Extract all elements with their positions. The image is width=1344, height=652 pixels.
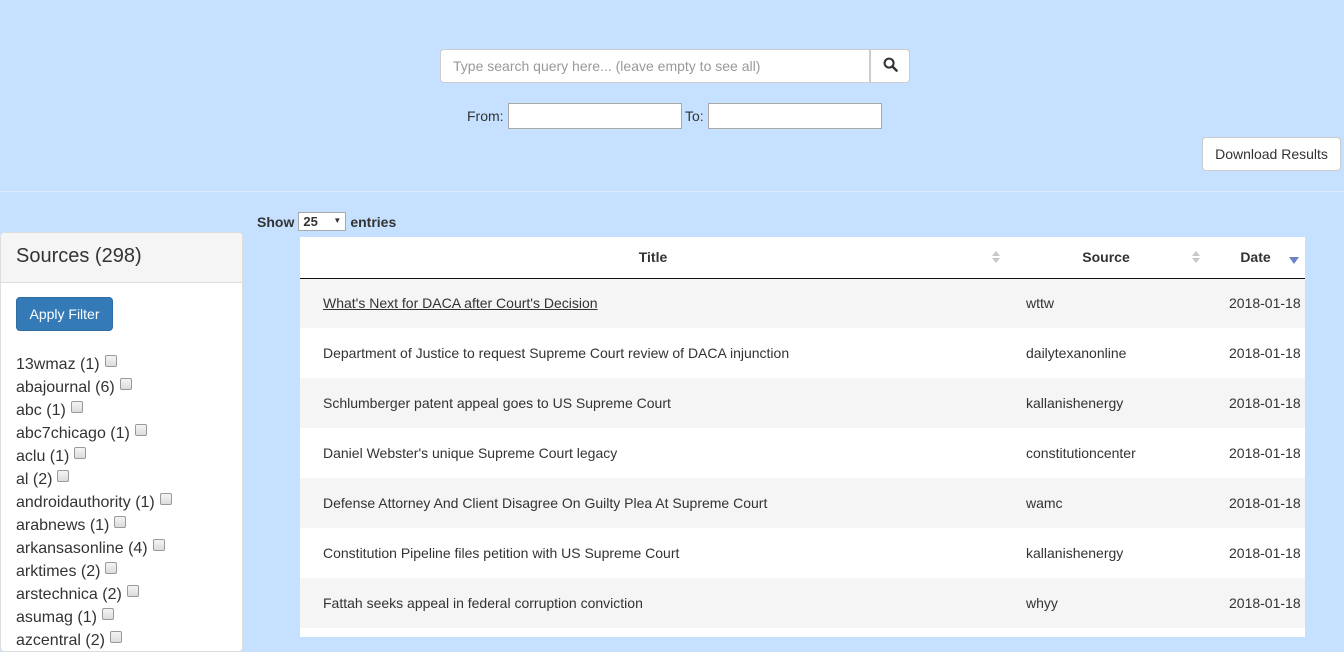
source-filter-item: abc7chicago (1): [16, 422, 172, 445]
source-filter-checkbox[interactable]: [74, 446, 87, 459]
cell-source: whyy: [1006, 578, 1206, 628]
search-button[interactable]: [870, 49, 910, 83]
source-filter-item: abajournal (6): [16, 376, 172, 399]
source-filter-label: arstechnica (2): [16, 585, 122, 603]
table-row[interactable]: Fattah seeks appeal in federal corruptio…: [300, 578, 1305, 628]
sort-descending-icon: [1289, 257, 1299, 264]
title-link[interactable]: What's Next for DACA after Court's Decis…: [323, 295, 598, 311]
table-row[interactable]: Daniel Webster's unique Supreme Court le…: [300, 428, 1305, 478]
cell-title: Constitution Pipeline files petition wit…: [300, 528, 1006, 578]
source-filter-checkbox[interactable]: [159, 492, 172, 505]
source-filter-label: aclu (1): [16, 447, 70, 465]
source-filter-label: androidauthority (1): [16, 493, 155, 511]
column-header-source[interactable]: Source: [1006, 237, 1206, 279]
source-filter-label: al (2): [16, 470, 53, 488]
cell-source: wttw: [1006, 278, 1206, 328]
table-row[interactable]: What's Next for DACA after Court's Decis…: [300, 278, 1305, 328]
table-row[interactable]: Defense Attorney And Client Disagree On …: [300, 478, 1305, 528]
source-filter-checkbox[interactable]: [134, 423, 147, 436]
source-filter-checkbox[interactable]: [105, 561, 118, 574]
source-filter-label: azcentral (2): [16, 631, 105, 649]
source-filter-checkbox[interactable]: [70, 400, 83, 413]
sort-icon: [1192, 251, 1200, 263]
source-filter-item: al (2): [16, 468, 172, 491]
column-header-source-label: Source: [1082, 249, 1130, 266]
sort-icon: [992, 251, 1000, 263]
source-filter-label: abc (1): [16, 401, 66, 419]
source-filter-label: arabnews (1): [16, 516, 110, 534]
source-filter-item: 13wmaz (1): [16, 353, 172, 376]
source-filter-checkbox[interactable]: [109, 630, 122, 643]
results-table-container: Title Source Date What's Next for DACA a…: [300, 237, 1305, 637]
search-icon: [883, 57, 898, 75]
chevron-down-icon: ▼: [333, 216, 342, 225]
search-header: From: To: Download Results: [0, 0, 1344, 192]
column-header-date[interactable]: Date: [1206, 237, 1305, 279]
cell-title: Schlumberger patent appeal goes to US Su…: [300, 378, 1006, 428]
cell-date: 2018-01-18: [1206, 378, 1305, 428]
cell-source: dailytexanonline: [1006, 328, 1206, 378]
to-date-input[interactable]: [708, 103, 882, 129]
column-header-date-label: Date: [1240, 249, 1271, 266]
column-header-title-label: Title: [638, 249, 668, 266]
results-table: Title Source Date What's Next for DACA a…: [300, 237, 1305, 637]
entries-length-value: 25: [303, 214, 318, 229]
source-filter-checkbox[interactable]: [104, 354, 117, 367]
source-filter-checkbox[interactable]: [114, 515, 127, 528]
cell-source: constitutioncenter: [1006, 428, 1206, 478]
entries-length-select[interactable]: 25 ▼: [298, 212, 347, 231]
source-filter-label: asumag (1): [16, 608, 97, 626]
column-header-title[interactable]: Title: [300, 237, 1006, 279]
cell-date: 2018-01-18: [1206, 478, 1305, 528]
cell-title: Fattah seeks appeal in federal corruptio…: [300, 578, 1006, 628]
cell-source: wamc: [1006, 478, 1206, 528]
from-date-input[interactable]: [508, 103, 682, 129]
source-filter-label: 13wmaz (1): [16, 355, 100, 373]
table-header-row: Title Source Date: [300, 237, 1305, 279]
source-filter-item: asumag (1): [16, 606, 172, 629]
cell-title: Defense Attorney And Client Disagree On …: [300, 478, 1006, 528]
entries-length-control: Show 25 ▼ entries: [257, 212, 396, 231]
cell-date: 2018-01-18: [1206, 528, 1305, 578]
source-filter-checkbox[interactable]: [119, 377, 132, 390]
source-filter-item: abc (1): [16, 399, 172, 422]
source-filter-checkbox[interactable]: [101, 607, 114, 620]
cell-date: 2018-01-18: [1206, 328, 1305, 378]
source-filter-item: arstechnica (2): [16, 583, 172, 606]
apply-filter-button[interactable]: Apply Filter: [16, 297, 113, 331]
sources-title: Sources (298): [1, 233, 242, 283]
search-input[interactable]: [440, 49, 870, 83]
cell-date: 2018-01-18: [1206, 428, 1305, 478]
source-filter-checkbox[interactable]: [152, 538, 165, 551]
table-row[interactable]: Constitution Pipeline files petition wit…: [300, 528, 1305, 578]
download-results-button[interactable]: Download Results: [1202, 137, 1341, 171]
source-filter-label: abajournal (6): [16, 378, 115, 396]
entries-label: entries: [350, 213, 397, 230]
source-filter-label: arktimes (2): [16, 562, 101, 580]
sources-panel: Sources (298) Apply Filter 13wmaz (1) aba…: [0, 232, 243, 652]
source-filter-label: abc7chicago (1): [16, 424, 130, 442]
cell-source: kallanishenergy: [1006, 378, 1206, 428]
source-filter-item: arabnews (1): [16, 514, 172, 537]
to-label: To:: [685, 108, 704, 124]
cell-title: Department of Justice to request Supreme…: [300, 328, 1006, 378]
source-filter-item: androidauthority (1): [16, 491, 172, 514]
source-filter-item: aclu (1): [16, 445, 172, 468]
source-filter-item: arkansasonline (4): [16, 537, 172, 560]
cell-date: 2018-01-18: [1206, 278, 1305, 328]
source-filter-checkbox[interactable]: [57, 469, 70, 482]
show-label: Show: [257, 213, 295, 230]
source-filter-checkbox[interactable]: [126, 584, 139, 597]
cell-date: 2018-01-18: [1206, 578, 1305, 628]
source-filter-list: 13wmaz (1) abajournal (6) abc (1) abc7chica…: [16, 353, 172, 651]
table-row[interactable]: Department of Justice to request Supreme…: [300, 328, 1305, 378]
source-filter-item: azcentral (2): [16, 629, 172, 651]
cell-source: kallanishenergy: [1006, 528, 1206, 578]
table-row[interactable]: Schlumberger patent appeal goes to US Su…: [300, 378, 1305, 428]
source-filter-label: arkansasonline (4): [16, 539, 148, 557]
source-filter-item: arktimes (2): [16, 560, 172, 583]
from-label: From:: [467, 108, 504, 124]
cell-title: Daniel Webster's unique Supreme Court le…: [300, 428, 1006, 478]
cell-title: What's Next for DACA after Court's Decis…: [300, 278, 1006, 328]
